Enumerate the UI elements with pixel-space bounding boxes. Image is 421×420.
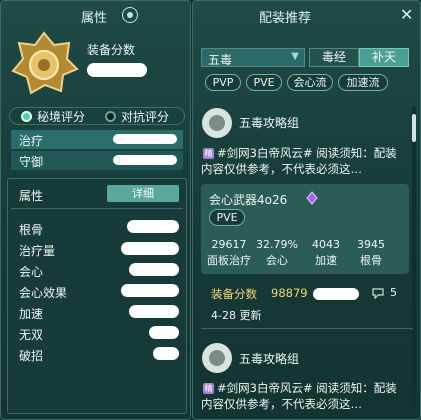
stat-heal-value: 29617 xyxy=(211,238,247,251)
defense-value-redacted xyxy=(113,155,177,165)
stat-haste-label: 加速 xyxy=(315,254,337,267)
heal-value-redacted xyxy=(113,134,177,144)
post-score-label: 装备分数 xyxy=(211,287,257,301)
comment-count: 5 xyxy=(390,286,397,299)
emblem-icon[interactable] xyxy=(122,7,138,23)
divider xyxy=(201,328,413,329)
close-icon[interactable]: ✕ xyxy=(400,5,413,24)
attributes-title: 属性 xyxy=(81,11,108,26)
scrollbar-thumb[interactable] xyxy=(412,114,416,142)
filter-crit-build[interactable]: 会心流 xyxy=(287,74,333,91)
recommend-title: 配装推荐 xyxy=(259,11,312,26)
comment-icon[interactable] xyxy=(371,287,385,299)
dungeon-score-label[interactable]: 秘境评分 xyxy=(37,108,85,125)
stat-constitution-label: 根骨 xyxy=(360,254,382,267)
post-author[interactable]: 五毒攻略组 xyxy=(239,350,299,367)
redacted-value xyxy=(153,347,179,360)
post-author[interactable]: 五毒攻略组 xyxy=(239,114,299,131)
redacted-value xyxy=(313,288,359,300)
post-text[interactable]: #剑网3白帝风云# 阅读须知：配装内容仅供参考，不代表必须这… xyxy=(201,145,406,177)
gear-card-name: 会心武器4o26 xyxy=(209,193,288,207)
stat-heal-label: 面板治疗 xyxy=(207,254,251,267)
gear-card-pve-tag: PVE xyxy=(209,209,245,226)
update-time: 4-28 更新 xyxy=(211,309,262,322)
scrollbar-track[interactable] xyxy=(412,106,416,406)
attr-crit-effect: 会心效果 xyxy=(19,286,68,300)
redacted-value xyxy=(121,284,179,297)
redacted-value xyxy=(129,305,179,318)
attr-constitution: 根骨 xyxy=(19,223,44,237)
score-value-redacted xyxy=(87,63,147,77)
school-select-value: 五毒 xyxy=(208,53,233,67)
detail-button[interactable]: 详细 xyxy=(107,185,179,202)
redacted-value xyxy=(129,263,179,276)
post-score-value: 98879 xyxy=(271,286,308,300)
school-select[interactable]: 五毒 ▼ xyxy=(201,48,305,67)
stat-crit-value: 32.79% xyxy=(256,238,298,251)
attr-healing: 治疗量 xyxy=(19,244,56,258)
attr-haste: 加速 xyxy=(19,307,44,321)
stat-crit-label: 会心 xyxy=(266,254,288,267)
attr-overcome: 无双 xyxy=(19,328,44,342)
divider xyxy=(11,208,183,209)
pvp-score-label[interactable]: 对抗评分 xyxy=(121,108,169,125)
gem-icon xyxy=(306,191,318,205)
gear-recommend-panel: 配装推荐 ✕ 五毒 ▼ 毒经 补天 PVP PVE 会心流 加速流 五毒攻略组 … xyxy=(192,0,421,420)
role-defense-label: 守御 xyxy=(19,155,44,169)
tab-butian[interactable]: 补天 xyxy=(359,48,409,67)
attr-breakpoint: 破招 xyxy=(19,349,44,363)
redacted-value xyxy=(127,220,179,233)
chevron-down-icon: ▼ xyxy=(291,51,299,62)
post-text[interactable]: #剑网3白帝风云# 阅读须知：配装内容仅供参考，不代表必须这… xyxy=(201,380,406,412)
stat-haste-value: 4043 xyxy=(312,238,340,251)
role-heal-label: 治疗 xyxy=(19,134,44,148)
redacted-value xyxy=(121,242,179,255)
filter-haste-build[interactable]: 加速流 xyxy=(338,74,388,91)
filter-pvp[interactable]: PVP xyxy=(205,74,241,91)
equip-score-label: 装备分数 xyxy=(87,43,136,57)
gold-badge-icon xyxy=(11,31,79,95)
radio-dungeon-score[interactable] xyxy=(21,111,32,122)
stat-constitution-value: 3945 xyxy=(357,238,385,251)
tab-dujing[interactable]: 毒经 xyxy=(309,48,359,67)
filter-pve[interactable]: PVE xyxy=(246,74,282,91)
attr-crit: 会心 xyxy=(19,265,44,279)
avatar[interactable] xyxy=(202,108,232,138)
redacted-value xyxy=(149,326,179,339)
avatar[interactable] xyxy=(202,343,232,373)
attributes-panel: 属性 装备分数 秘境评分 对抗评分 治疗 守御 属性 详细 根骨 治疗量 会心 … xyxy=(0,0,191,420)
radio-pvp-score[interactable] xyxy=(105,111,116,122)
attribute-header: 属性 xyxy=(19,189,44,203)
